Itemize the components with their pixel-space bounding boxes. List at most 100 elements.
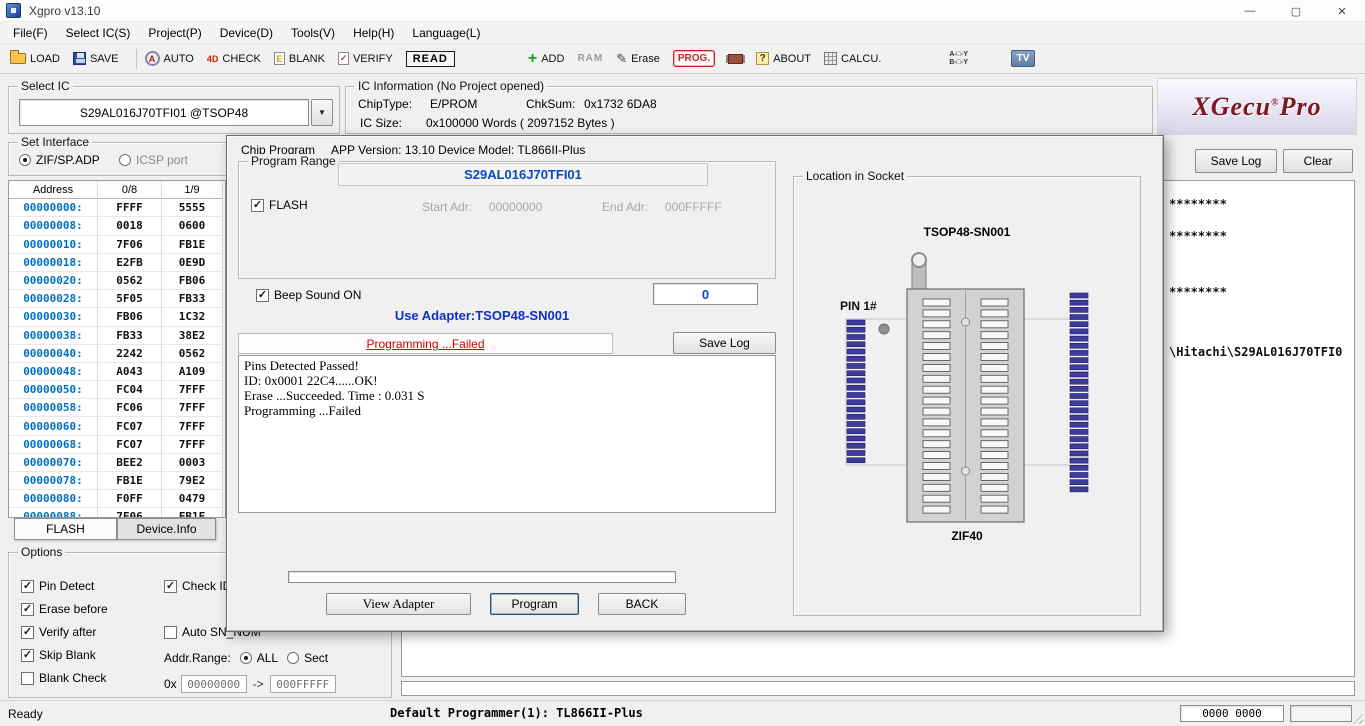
hex-value[interactable]: 2242 [98, 345, 162, 363]
toolbar-logic-button[interactable]: A-□-Y B-□-Y [947, 47, 970, 71]
radio-icon [240, 652, 252, 664]
hex-value[interactable]: 7F06 [98, 236, 162, 254]
hex-value[interactable]: 0018 [98, 217, 162, 235]
hex-value[interactable]: FC04 [98, 381, 162, 399]
tab-flash[interactable]: FLASH [14, 518, 117, 540]
range-start-field[interactable]: 00000000 [181, 675, 247, 693]
menu-item-help[interactable]: Help(H) [344, 22, 403, 43]
toolbar-ram-button[interactable]: RAM [575, 47, 605, 71]
dialog-save-log-button[interactable]: Save Log [673, 332, 776, 354]
minimize-button[interactable]: — [1227, 0, 1273, 22]
hex-value[interactable]: FB33 [98, 327, 162, 345]
toolbar-check-button[interactable]: 4DCHECK [205, 47, 263, 71]
close-button[interactable]: ✕ [1319, 0, 1365, 22]
chksum-value: 0x1732 6DA8 [584, 97, 657, 111]
toolbar-verify-button[interactable]: ✓VERIFY [336, 47, 395, 71]
hex-value[interactable]: 0562 [98, 272, 162, 290]
adapter-required-text: Use Adapter:TSOP48-SN001 [317, 308, 647, 323]
zif-pin-slot [981, 310, 1008, 317]
radio-sect[interactable]: Sect [287, 651, 328, 665]
hex-value[interactable]: FFFF [98, 199, 162, 217]
zif-pin-slot [981, 343, 1008, 350]
hex-value[interactable]: 7FFF [162, 417, 223, 435]
buffer-hex-table[interactable]: Address0/81/900000000:FFFF555500000008:0… [8, 180, 226, 518]
hex-value[interactable]: A043 [98, 363, 162, 381]
radio-all[interactable]: ALL [240, 651, 278, 665]
radio-icsp-port[interactable]: ICSP port [119, 151, 188, 169]
hex-value[interactable]: FB06 [98, 308, 162, 326]
hex-value[interactable]: 7FFF [162, 381, 223, 399]
menu-item-device[interactable]: Device(D) [211, 22, 282, 43]
range-end-field[interactable]: 000FFFFF [270, 675, 336, 693]
toolbar-tv-button[interactable]: TV [1009, 47, 1037, 71]
hex-value[interactable]: 38E2 [162, 327, 223, 345]
hex-value[interactable]: 0479 [162, 490, 223, 508]
hex-value[interactable]: FB33 [162, 290, 223, 308]
hex-value[interactable]: 79E2 [162, 472, 223, 490]
radio-zif-sp-adp[interactable]: ZIF/SP.ADP [19, 151, 100, 169]
maximize-button[interactable]: ▢ [1273, 0, 1319, 22]
toolbar-read-button[interactable]: READ [404, 47, 457, 71]
hex-prefix-label: 0x [164, 677, 177, 691]
toolbar-erase-button[interactable]: ✎Erase [614, 47, 662, 71]
socket-diagram: PIN 1# [802, 247, 1134, 547]
hex-value[interactable]: 0600 [162, 217, 223, 235]
hex-value[interactable]: FB06 [162, 272, 223, 290]
toolbar-chip-button[interactable] [726, 47, 745, 71]
pin-header-right-pin [1070, 487, 1088, 492]
toolbar-blank-button[interactable]: EBLANK [272, 47, 327, 71]
back-button[interactable]: BACK [598, 593, 686, 615]
hex-value[interactable]: 7FFF [162, 399, 223, 417]
hex-value[interactable]: A109 [162, 363, 223, 381]
toolbar-save-button[interactable]: SAVE [71, 47, 121, 71]
hex-value[interactable]: FC07 [98, 436, 162, 454]
view-adapter-button[interactable]: View Adapter [326, 593, 471, 615]
dialog-log-area[interactable]: Pins Detected Passed!ID: 0x0001 22C4....… [238, 355, 776, 513]
window-title: Xgpro v13.10 [29, 4, 100, 18]
hex-value[interactable]: 7F06 [98, 508, 162, 518]
clear-button[interactable]: Clear [1283, 149, 1353, 173]
toolbar-about-button[interactable]: ?ABOUT [754, 47, 813, 71]
ic-select-combobox[interactable]: S29AL016J70TFI01 @TSOP48 [19, 99, 309, 126]
save-log-button[interactable]: Save Log [1195, 149, 1277, 173]
tab-device-info[interactable]: Device.Info [117, 518, 216, 540]
hex-value[interactable]: 7FFF [162, 436, 223, 454]
hex-value[interactable]: F0FF [98, 490, 162, 508]
checkbox-check-id[interactable]: Check ID [164, 577, 231, 595]
toolbar-calcu-button[interactable]: CALCU. [822, 47, 883, 71]
menu-item-tools[interactable]: Tools(V) [282, 22, 344, 43]
hex-value[interactable]: FC06 [98, 399, 162, 417]
menu-item-project[interactable]: Project(P) [139, 22, 210, 43]
hex-value[interactable]: 0E9D [162, 254, 223, 272]
hex-value[interactable]: FC07 [98, 417, 162, 435]
menu-item-language[interactable]: Language(L) [403, 22, 489, 43]
menu-item-select-ic[interactable]: Select IC(S) [57, 22, 140, 43]
toolbar-auto-button[interactable]: AAUTO [143, 47, 196, 71]
program-button[interactable]: Program [490, 593, 579, 615]
hex-address: 00000040: [9, 345, 98, 363]
hex-value[interactable]: 5F05 [98, 290, 162, 308]
pin-header-right-pin [1070, 437, 1088, 442]
pin-header-right-pin [1070, 379, 1088, 384]
checkbox-label: FLASH [269, 198, 308, 212]
pin-header-right-pin [1070, 350, 1088, 355]
menu-item-file[interactable]: File(F) [4, 22, 57, 43]
hex-value[interactable]: BEE2 [98, 454, 162, 472]
toolbar-add-button[interactable]: +ADD [526, 47, 567, 71]
checkbox-flash[interactable]: FLASH [251, 196, 308, 214]
hex-value[interactable]: 0003 [162, 454, 223, 472]
checkbox-beep-sound[interactable]: Beep Sound ON [256, 286, 361, 304]
hex-value[interactable]: E2FB [98, 254, 162, 272]
hex-value[interactable]: 1C32 [162, 308, 223, 326]
hex-value[interactable]: FB1E [162, 236, 223, 254]
radio-icon [119, 154, 131, 166]
hex-value[interactable]: 5555 [162, 199, 223, 217]
toolbar-prog-button[interactable]: PROG. [671, 47, 717, 71]
hex-value[interactable]: FB1E [98, 472, 162, 490]
ic-combo-dropdown-button[interactable]: ▼ [311, 99, 333, 126]
zif-hole-bottom [962, 467, 970, 475]
chevron-down-icon: ▼ [318, 108, 326, 117]
toolbar-load-button[interactable]: LOAD [8, 47, 62, 71]
hex-value[interactable]: 0562 [162, 345, 223, 363]
hex-value[interactable]: FB1E [162, 508, 223, 518]
